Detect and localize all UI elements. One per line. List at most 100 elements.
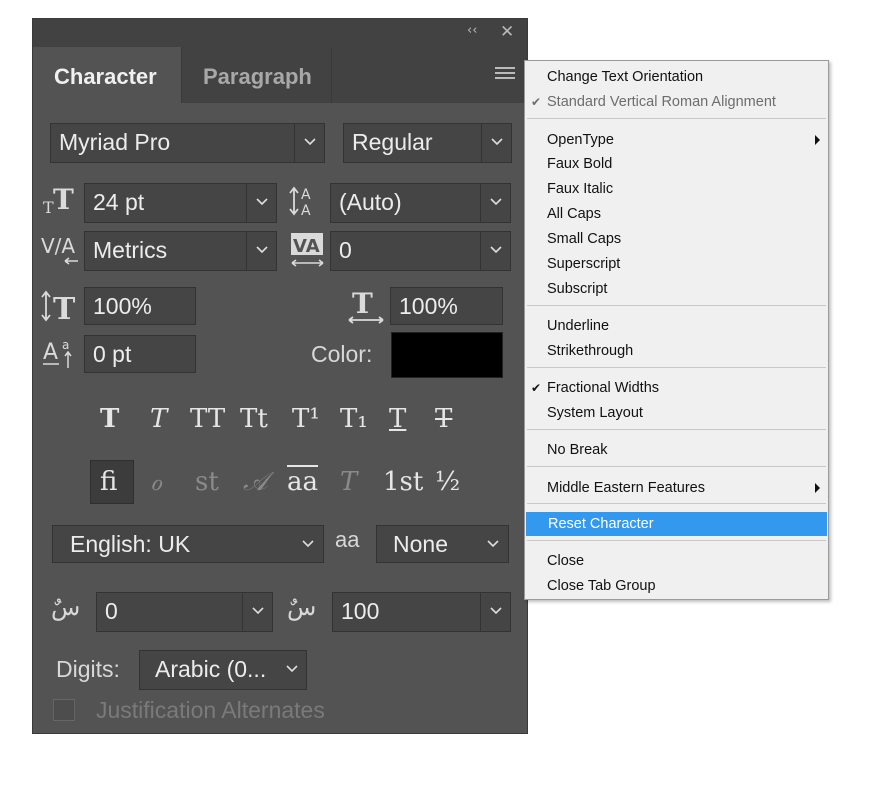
chevron-down-icon bbox=[481, 124, 511, 162]
menu-item-change-text-orientation[interactable]: Change Text Orientation bbox=[525, 65, 828, 89]
chevron-down-icon bbox=[246, 232, 276, 270]
strikethrough-button[interactable]: T bbox=[435, 404, 452, 434]
underline-button[interactable]: T bbox=[389, 404, 406, 434]
font-size-select[interactable]: 24 pt bbox=[84, 183, 277, 223]
font-style-value: Regular bbox=[352, 129, 433, 155]
menu-separator bbox=[527, 305, 826, 306]
menu-item-label: Reset Character bbox=[548, 516, 654, 532]
titling-alternates-button[interactable]: aa bbox=[287, 467, 318, 497]
horizontal-scale-input[interactable]: 100% bbox=[390, 287, 503, 325]
menu-item-small-caps[interactable]: Small Caps bbox=[525, 227, 828, 251]
panel-titlebar: ‹‹ ✕ bbox=[33, 19, 527, 47]
leading-value: (Auto) bbox=[339, 189, 402, 215]
checkmark-icon: ✔ bbox=[531, 95, 542, 109]
tab-character[interactable]: Character bbox=[33, 47, 182, 103]
menu-item-close-tab-group[interactable]: Close Tab Group bbox=[525, 574, 828, 598]
font-family-select[interactable]: Myriad Pro bbox=[50, 123, 325, 163]
menu-item-middle-eastern-features[interactable]: Middle Eastern Features bbox=[525, 476, 828, 500]
double-chevron-left-icon[interactable]: ‹‹ bbox=[467, 23, 477, 38]
menu-item-standard-vertical-roman-alignment[interactable]: ✔ Standard Vertical Roman Alignment bbox=[525, 90, 828, 114]
menu-separator bbox=[527, 466, 826, 467]
font-size-value: 24 pt bbox=[93, 189, 145, 215]
chevron-down-icon bbox=[294, 124, 324, 162]
font-size-icon: TT bbox=[43, 183, 77, 220]
menu-item-no-break[interactable]: No Break bbox=[525, 438, 828, 462]
menu-item-label: Strikethrough bbox=[547, 343, 634, 359]
menu-item-faux-bold[interactable]: Faux Bold bbox=[525, 152, 828, 176]
chevron-down-icon bbox=[480, 232, 510, 270]
diacritic-position-select[interactable]: 100 bbox=[332, 592, 511, 632]
tracking-select[interactable]: 0 bbox=[330, 231, 511, 271]
swash-button[interactable]: st bbox=[195, 467, 219, 497]
horizontal-scale-icon: T bbox=[347, 287, 387, 330]
menu-item-underline[interactable]: Underline bbox=[525, 314, 828, 338]
kerning-icon: V/A bbox=[41, 231, 81, 272]
ornaments-button[interactable]: T bbox=[340, 467, 357, 497]
hamburger-menu-icon[interactable] bbox=[495, 67, 515, 83]
language-select[interactable]: English: UK bbox=[52, 525, 324, 563]
menu-item-label: Change Text Orientation bbox=[547, 69, 704, 85]
diacritic-position-icon: سٌ bbox=[287, 594, 317, 621]
menu-item-subscript[interactable]: Subscript bbox=[525, 277, 828, 301]
menu-item-strikethrough[interactable]: Strikethrough bbox=[525, 339, 828, 363]
vertical-scale-icon: T bbox=[41, 289, 81, 328]
menu-item-all-caps[interactable]: All Caps bbox=[525, 202, 828, 226]
menu-item-faux-italic[interactable]: Faux Italic bbox=[525, 177, 828, 201]
menu-item-label: Middle Eastern Features bbox=[547, 480, 705, 496]
menu-item-label: OpenType bbox=[547, 132, 614, 148]
kashida-width-icon: سٌ bbox=[51, 594, 81, 621]
chevron-down-icon bbox=[478, 526, 508, 562]
menu-item-reset-character[interactable]: Reset Character bbox=[526, 512, 827, 536]
discretionary-ligature-button[interactable]: ℴ bbox=[150, 467, 162, 497]
character-panel: ‹‹ ✕ Character Paragraph Myriad Pro Regu… bbox=[32, 18, 528, 734]
menu-item-label: Subscript bbox=[547, 281, 608, 297]
menu-item-close[interactable]: Close bbox=[525, 549, 828, 573]
vertical-scale-input[interactable]: 100% bbox=[84, 287, 196, 325]
font-family-value: Myriad Pro bbox=[59, 129, 171, 155]
chevron-down-icon bbox=[480, 593, 510, 631]
subscript-button[interactable]: T₁ bbox=[340, 404, 368, 434]
kashida-width-select[interactable]: 0 bbox=[96, 592, 273, 632]
leading-icon: AA bbox=[289, 183, 325, 222]
svg-text:A: A bbox=[301, 187, 311, 203]
tracking-icon: VA bbox=[289, 231, 327, 274]
menu-item-fractional-widths[interactable]: ✔ Fractional Widths bbox=[525, 376, 828, 400]
tracking-value: 0 bbox=[339, 237, 352, 263]
superscript-button[interactable]: T¹ bbox=[292, 404, 320, 434]
chevron-down-icon bbox=[246, 184, 276, 222]
menu-item-system-layout[interactable]: System Layout bbox=[525, 401, 828, 425]
menu-item-label: Close bbox=[547, 553, 585, 569]
font-style-select[interactable]: Regular bbox=[343, 123, 512, 163]
kerning-select[interactable]: Metrics bbox=[84, 231, 277, 271]
justification-alternates-checkbox[interactable] bbox=[53, 699, 75, 721]
digits-label: Digits: bbox=[56, 656, 120, 682]
stylistic-alternates-button[interactable]: 𝒜 bbox=[243, 467, 268, 497]
menu-item-superscript[interactable]: Superscript bbox=[525, 252, 828, 276]
chevron-down-icon bbox=[242, 593, 272, 631]
fractions-button[interactable]: ½ bbox=[435, 467, 460, 497]
menu-item-label: Faux Bold bbox=[547, 156, 613, 172]
menu-item-label: Underline bbox=[547, 318, 610, 334]
menu-item-label: All Caps bbox=[547, 206, 601, 222]
color-swatch[interactable] bbox=[391, 332, 503, 378]
menu-item-label: No Break bbox=[547, 442, 608, 458]
digits-value: Arabic (0... bbox=[155, 656, 267, 682]
antialias-value: None bbox=[393, 531, 448, 557]
baseline-shift-input[interactable]: 0 pt bbox=[84, 335, 196, 373]
leading-select[interactable]: (Auto) bbox=[330, 183, 511, 223]
chevron-down-icon bbox=[293, 526, 323, 562]
ordinals-button[interactable]: 1st bbox=[383, 467, 423, 497]
tab-paragraph[interactable]: Paragraph bbox=[182, 47, 332, 103]
digits-select[interactable]: Arabic (0... bbox=[139, 650, 307, 690]
diacritic-position-value: 100 bbox=[341, 598, 380, 624]
antialias-icon: aa bbox=[335, 527, 360, 552]
all-caps-button[interactable]: TT bbox=[190, 404, 225, 434]
faux-italic-button[interactable]: T bbox=[150, 404, 167, 434]
close-icon[interactable]: ✕ bbox=[500, 22, 514, 42]
menu-item-opentype[interactable]: OpenType bbox=[525, 128, 828, 152]
small-caps-button[interactable]: Tt bbox=[240, 404, 268, 434]
antialias-select[interactable]: None bbox=[376, 525, 509, 563]
menu-item-label: Standard Vertical Roman Alignment bbox=[547, 94, 776, 110]
menu-item-label: System Layout bbox=[547, 405, 643, 421]
faux-bold-button[interactable]: T bbox=[100, 404, 119, 434]
